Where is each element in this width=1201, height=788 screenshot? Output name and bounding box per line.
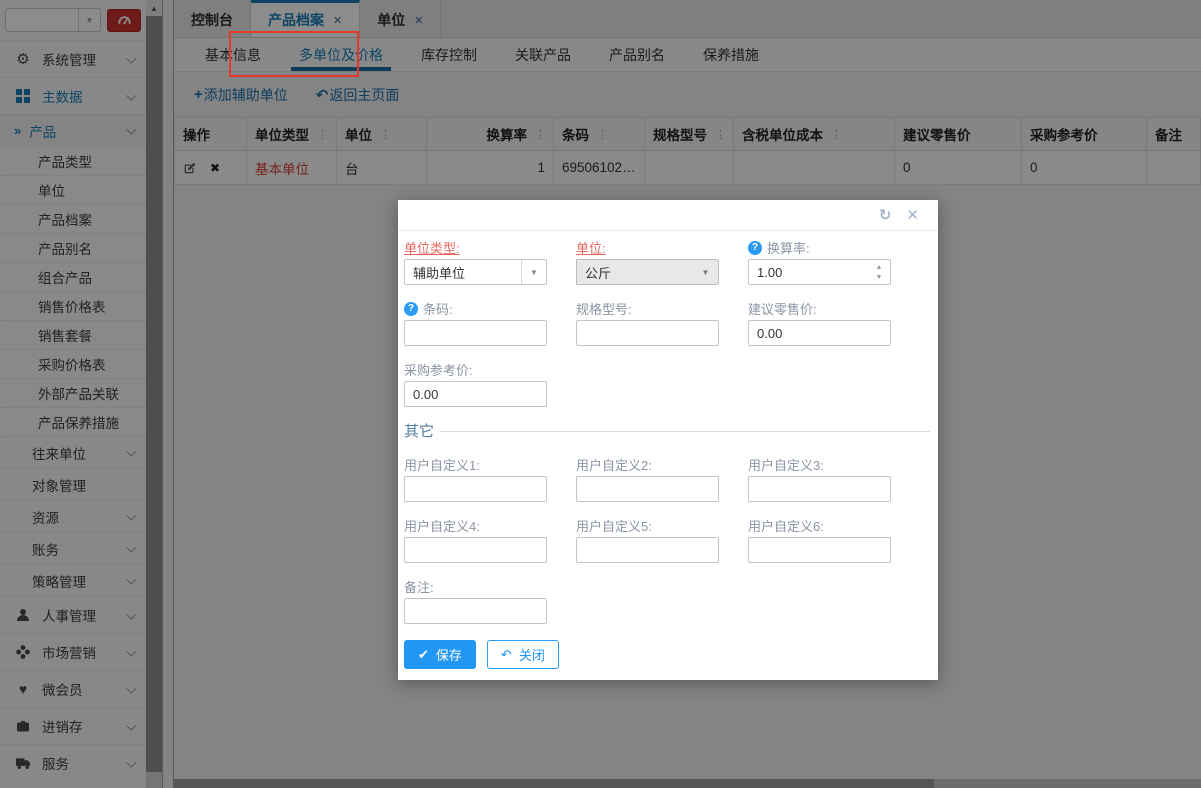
spec-label: 规格型号: bbox=[576, 302, 632, 317]
note-input[interactable] bbox=[404, 598, 547, 624]
custom5-input[interactable] bbox=[576, 537, 719, 563]
help-icon[interactable]: ? bbox=[748, 240, 762, 255]
save-button[interactable]: ✔ 保存 bbox=[404, 640, 476, 669]
close-icon[interactable]: ✕ bbox=[906, 208, 919, 223]
spec-input[interactable] bbox=[576, 320, 719, 346]
barcode-input[interactable] bbox=[404, 320, 547, 346]
dialog-header: ↻ ✕ bbox=[398, 200, 938, 231]
unit-select[interactable]: 公斤 ▼ bbox=[576, 259, 719, 285]
custom4-input[interactable] bbox=[404, 537, 547, 563]
unit-edit-dialog: ↻ ✕ 单位类型: 辅助单位 ▼ 单位: 公斤 ▼ ? 换算率: 1.00 ▲ … bbox=[398, 200, 938, 680]
dialog-body: 单位类型: 辅助单位 ▼ 单位: 公斤 ▼ ? 换算率: 1.00 ▲ ▼ ? … bbox=[398, 231, 938, 680]
purchase-label: 采购参考价: bbox=[404, 363, 473, 378]
other-section-header: 其它 bbox=[404, 420, 930, 441]
rate-input[interactable] bbox=[749, 264, 868, 280]
help-icon[interactable]: ? bbox=[404, 301, 418, 316]
unit-label: 单位: bbox=[576, 241, 606, 256]
close-button[interactable]: ↶ 关闭 bbox=[486, 640, 559, 669]
refresh-icon[interactable]: ↻ bbox=[879, 208, 892, 223]
unit-type-label: 单位类型: bbox=[404, 241, 460, 256]
caret-down-icon[interactable]: ▼ bbox=[693, 260, 718, 284]
retail-label: 建议零售价: bbox=[748, 302, 817, 317]
save-button-label: 保存 bbox=[435, 648, 462, 663]
custom1-input[interactable] bbox=[404, 476, 547, 502]
dialog-buttons: ✔ 保存 ↶ 关闭 bbox=[404, 640, 930, 669]
custom6-input[interactable] bbox=[748, 537, 891, 563]
rate-label: ? 换算率: bbox=[748, 240, 891, 256]
caret-down-icon[interactable]: ▼ bbox=[521, 260, 546, 284]
unit-type-select[interactable]: 辅助单位 ▼ bbox=[404, 259, 547, 285]
retail-input[interactable] bbox=[748, 320, 891, 346]
custom6-label: 用户自定义6: bbox=[748, 519, 824, 534]
barcode-label: ? 条码: bbox=[404, 301, 547, 317]
check-icon: ✔ bbox=[418, 647, 429, 662]
custom5-label: 用户自定义5: bbox=[576, 519, 652, 534]
custom4-label: 用户自定义4: bbox=[404, 519, 480, 534]
rate-spinner: ▲ ▼ bbox=[748, 259, 891, 285]
custom2-label: 用户自定义2: bbox=[576, 458, 652, 473]
back-arrow-icon: ↶ bbox=[500, 647, 512, 662]
unit-value: 公斤 bbox=[585, 265, 612, 281]
note-label: 备注: bbox=[404, 580, 434, 595]
spinner-down-icon[interactable]: ▼ bbox=[876, 274, 883, 281]
custom3-input[interactable] bbox=[748, 476, 891, 502]
close-button-label: 关闭 bbox=[518, 648, 545, 663]
unit-type-value: 辅助单位 bbox=[413, 265, 466, 281]
custom2-input[interactable] bbox=[576, 476, 719, 502]
other-section-title: 其它 bbox=[404, 423, 435, 440]
custom1-label: 用户自定义1: bbox=[404, 458, 480, 473]
spinner-up-icon[interactable]: ▲ bbox=[876, 264, 883, 271]
custom3-label: 用户自定义3: bbox=[748, 458, 824, 473]
section-divider bbox=[440, 431, 930, 432]
purchase-input[interactable] bbox=[404, 381, 547, 407]
